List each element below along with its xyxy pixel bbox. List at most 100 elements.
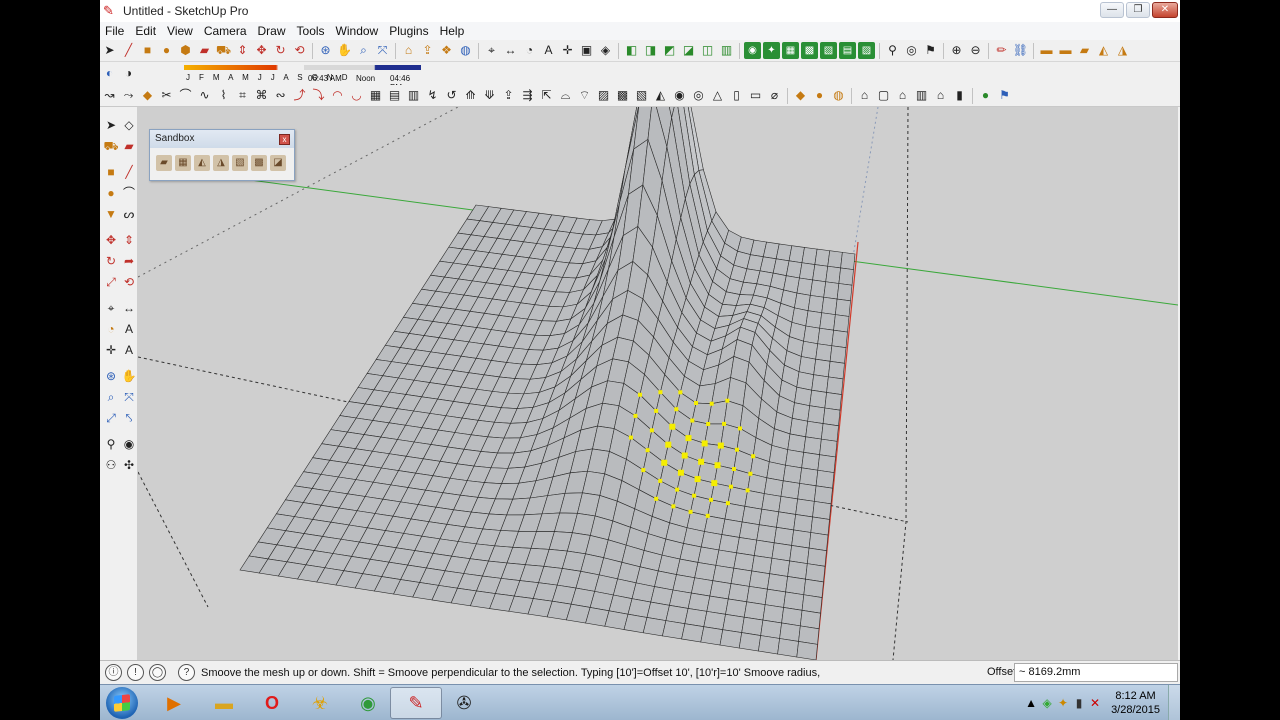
knife-icon[interactable]: ◭	[652, 87, 669, 104]
mesh-face[interactable]	[623, 613, 648, 634]
menu-window[interactable]: Window	[331, 24, 385, 38]
mesh-face[interactable]	[767, 573, 788, 593]
push-pull-icon[interactable]: ⇕	[121, 232, 137, 248]
selected-vertex[interactable]	[633, 413, 638, 418]
polyline-icon[interactable]: ⤳	[120, 87, 137, 104]
mesh-face[interactable]	[835, 298, 851, 317]
joint-push-icon[interactable]: ⇱	[538, 87, 555, 104]
tray-app-icon[interactable]: ✦	[1055, 696, 1071, 710]
bend-icon[interactable]: ↺	[443, 87, 460, 104]
mesh-face[interactable]	[796, 277, 813, 296]
mesh-face[interactable]	[744, 489, 765, 510]
mesh-face[interactable]	[805, 310, 823, 329]
wireframe-style-icon[interactable]: ✦	[763, 42, 780, 59]
crease-icon[interactable]: ▧	[633, 87, 650, 104]
selected-vertex[interactable]	[692, 493, 697, 498]
back-view-icon[interactable]: ◫	[699, 42, 716, 59]
selected-vertex[interactable]	[734, 447, 739, 452]
mesh-face[interactable]	[785, 576, 806, 596]
eraser-tool-icon[interactable]: ▰	[121, 138, 137, 154]
selected-vertex[interactable]	[675, 487, 680, 492]
text-tool-icon[interactable]: A	[121, 321, 137, 337]
selected-vertex[interactable]	[641, 468, 646, 473]
rectangle-tool-icon[interactable]: ■	[139, 42, 156, 59]
torus-icon[interactable]: ◎	[690, 87, 707, 104]
mesh-face[interactable]	[831, 329, 848, 349]
roof-icon[interactable]: ⌂	[894, 87, 911, 104]
mesh-face[interactable]	[799, 609, 821, 630]
uv-map-icon[interactable]: ◍	[830, 87, 847, 104]
mesh-face[interactable]	[791, 402, 811, 422]
mesh-face[interactable]	[718, 534, 740, 554]
taskbar-app[interactable]: ☣	[294, 687, 346, 719]
mesh-face[interactable]	[727, 486, 748, 507]
selected-vertex[interactable]	[751, 454, 756, 459]
shape-bender-icon[interactable]: ⌔	[576, 87, 593, 104]
door-icon[interactable]: ▮	[951, 87, 968, 104]
mesh-face[interactable]	[769, 557, 790, 577]
polygon-tool-icon[interactable]: ▼	[103, 206, 119, 222]
stamp-icon[interactable]: ◮	[213, 155, 229, 171]
clock[interactable]: 8:12 AM 3/28/2015	[1111, 689, 1160, 717]
selected-vertex[interactable]	[738, 426, 742, 431]
mesh-face[interactable]	[799, 467, 819, 487]
texture-icon[interactable]: ●	[811, 87, 828, 104]
shaded-style-icon[interactable]: ▩	[801, 42, 818, 59]
mesh-face[interactable]	[807, 295, 825, 314]
mesh-face[interactable]	[833, 314, 850, 333]
solid-subtract-icon[interactable]: ⊖	[967, 42, 984, 59]
mesh-face[interactable]	[813, 358, 831, 378]
mesh-face[interactable]	[813, 485, 833, 505]
flip-edge-icon[interactable]: ◪	[270, 155, 286, 171]
selected-vertex[interactable]	[748, 471, 753, 476]
selected-vertex[interactable]	[671, 504, 676, 509]
mesh-face[interactable]	[785, 449, 805, 469]
front-view-icon[interactable]: ◩	[661, 42, 678, 59]
mesh-face[interactable]	[827, 250, 843, 269]
selected-vertex[interactable]	[658, 390, 663, 395]
fog-tool-icon[interactable]: ◮	[1114, 42, 1131, 59]
from-contours-icon[interactable]: ▰	[156, 155, 172, 171]
rectangle-tool-icon[interactable]: ■	[103, 164, 119, 180]
selected-vertex[interactable]	[685, 435, 692, 442]
taskbar-sketchup[interactable]: ✎	[390, 687, 442, 719]
from-scratch-icon[interactable]: ▦	[175, 155, 191, 171]
modeling-viewport[interactable]	[138, 107, 1178, 660]
mesh-face[interactable]	[811, 374, 829, 393]
mesh-face[interactable]	[836, 283, 853, 302]
selected-vertex[interactable]	[709, 401, 714, 406]
mesh-face[interactable]	[803, 578, 824, 598]
window-tool-icon[interactable]: ▢	[875, 87, 892, 104]
mesh-face[interactable]	[762, 604, 784, 624]
mesh-face[interactable]	[828, 360, 845, 380]
array-icon[interactable]: ▥	[405, 87, 422, 104]
offset-curve-icon[interactable]: ⤴	[291, 87, 308, 104]
mesh-face[interactable]	[694, 562, 717, 582]
push-pull-icon[interactable]: ⇕	[234, 42, 251, 59]
selected-vertex[interactable]	[645, 448, 650, 453]
selected-vertex[interactable]	[637, 392, 642, 397]
mesh-face[interactable]	[780, 480, 800, 500]
mesh-face[interactable]	[819, 312, 836, 331]
selected-vertex[interactable]	[725, 398, 730, 403]
mesh-face[interactable]	[748, 570, 771, 590]
solid-union-icon[interactable]: ⊕	[948, 42, 965, 59]
signal-icon[interactable]: ▮	[1071, 696, 1087, 710]
selected-vertex[interactable]	[722, 421, 727, 426]
arc-3pt-icon[interactable]: ◠	[329, 87, 346, 104]
mesh-face[interactable]	[758, 508, 780, 528]
menu-tools[interactable]: Tools	[292, 24, 331, 38]
extension-warehouse-icon[interactable]: ◍	[457, 42, 474, 59]
taskbar-media-player[interactable]: ▶	[148, 687, 200, 719]
mesh-face[interactable]	[787, 433, 807, 453]
mesh-face[interactable]	[777, 638, 799, 658]
mesh-face[interactable]	[761, 493, 782, 513]
mesh-face[interactable]	[801, 451, 820, 471]
mesh-face[interactable]	[741, 505, 763, 526]
previous-view-icon[interactable]: ⤣	[121, 410, 137, 426]
mesh-face[interactable]	[789, 417, 809, 438]
cylinder-icon[interactable]: ▯	[728, 87, 745, 104]
mesh-face[interactable]	[715, 549, 737, 569]
selected-vertex[interactable]	[694, 476, 701, 483]
mesh-face[interactable]	[773, 526, 794, 546]
